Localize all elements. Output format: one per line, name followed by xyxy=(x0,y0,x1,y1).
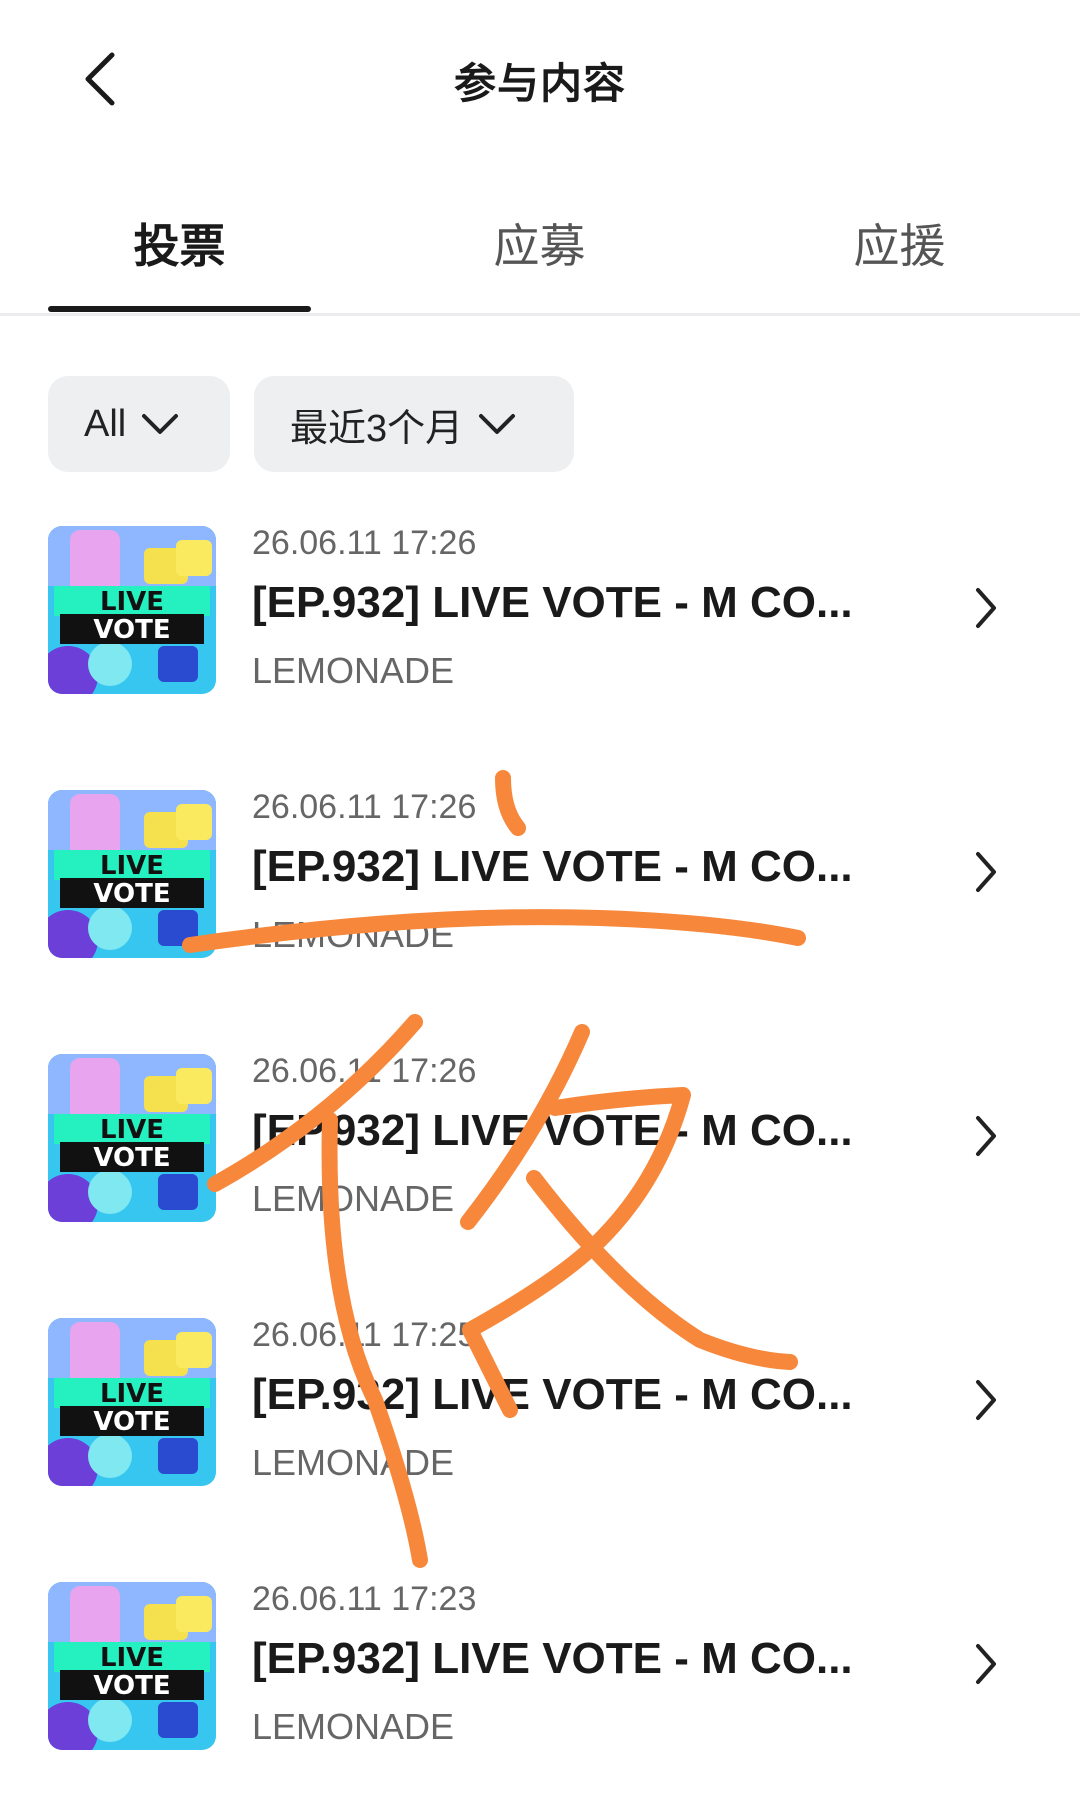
chevron-down-icon xyxy=(477,411,517,437)
filter-bar: All 最近3个月 xyxy=(48,376,574,472)
list-item[interactable]: LIVE VOTE 26.06.11 17:26 [EP.932] LIVE V… xyxy=(0,520,1080,700)
thumb-text-vote: VOTE xyxy=(93,1407,170,1437)
chevron-down-icon xyxy=(140,411,180,437)
list-item[interactable]: LIVE VOTE 26.06.11 17:23 [EP.932] LIVE V… xyxy=(0,1576,1080,1756)
item-title: [EP.932] LIVE VOTE - M CO... xyxy=(252,842,853,891)
live-vote-thumbnail: LIVE VOTE xyxy=(48,526,216,694)
item-date: 26.06.11 17:23 xyxy=(252,1580,477,1618)
thumb-text-vote: VOTE xyxy=(93,879,170,909)
thumb-text-vote: VOTE xyxy=(93,1143,170,1173)
item-title: [EP.932] LIVE VOTE - M CO... xyxy=(252,578,853,627)
item-title: [EP.932] LIVE VOTE - M CO... xyxy=(252,1370,853,1419)
item-artist: LEMONADE xyxy=(252,1178,455,1219)
thumb-text-live: LIVE xyxy=(100,851,164,881)
page-title: 参与内容 xyxy=(453,60,626,107)
live-vote-thumbnail: LIVE VOTE xyxy=(48,1054,216,1222)
period-filter-dropdown[interactable]: 最近3个月 xyxy=(254,376,574,472)
item-date: 26.06.11 17:26 xyxy=(252,788,477,826)
item-artist: LEMONADE xyxy=(252,1706,455,1747)
header: 参与内容 xyxy=(0,0,1080,160)
item-artist: LEMONADE xyxy=(252,650,455,691)
item-date: 26.06.11 17:26 xyxy=(252,524,477,562)
item-artist: LEMONADE xyxy=(252,914,455,955)
item-date: 26.06.11 17:25 xyxy=(252,1316,477,1354)
list-item[interactable]: LIVE VOTE 26.06.11 17:26 [EP.932] LIVE V… xyxy=(0,784,1080,964)
chevron-right-icon xyxy=(972,1378,1000,1427)
thumb-text-vote: VOTE xyxy=(93,615,170,645)
live-vote-thumbnail: LIVE VOTE xyxy=(48,790,216,958)
item-artist: LEMONADE xyxy=(252,1442,455,1483)
live-vote-thumbnail: LIVE VOTE xyxy=(48,1582,216,1750)
tab-vote[interactable]: 投票 xyxy=(48,210,311,276)
tab-bar: 投票 应募 应援 xyxy=(0,170,1080,316)
chevron-right-icon xyxy=(972,1642,1000,1691)
type-filter-dropdown[interactable]: All xyxy=(48,376,230,472)
thumb-text-live: LIVE xyxy=(100,1115,164,1145)
live-vote-thumbnail: LIVE VOTE xyxy=(48,1318,216,1486)
item-title: [EP.932] LIVE VOTE - M CO... xyxy=(252,1634,853,1683)
item-date: 26.06.11 17:26 xyxy=(252,1052,477,1090)
list-item[interactable]: LIVE VOTE 26.06.11 17:26 [EP.932] LIVE V… xyxy=(0,1048,1080,1228)
tab-support[interactable]: 应援 xyxy=(768,210,1031,276)
chevron-right-icon xyxy=(972,586,1000,635)
item-title: [EP.932] LIVE VOTE - M CO... xyxy=(252,1106,853,1155)
thumb-text-live: LIVE xyxy=(100,1643,164,1673)
thumb-text-live: LIVE xyxy=(100,587,164,617)
thumb-text-live: LIVE xyxy=(100,1379,164,1409)
tab-apply[interactable]: 应募 xyxy=(408,210,671,276)
chevron-right-icon xyxy=(972,850,1000,899)
chevron-right-icon xyxy=(972,1114,1000,1163)
thumb-text-vote: VOTE xyxy=(93,1671,170,1701)
type-filter-label: All xyxy=(84,402,127,445)
period-filter-label: 最近3个月 xyxy=(290,407,464,450)
list-item[interactable]: LIVE VOTE 26.06.11 17:25 [EP.932] LIVE V… xyxy=(0,1312,1080,1492)
active-tab-indicator xyxy=(48,306,311,312)
